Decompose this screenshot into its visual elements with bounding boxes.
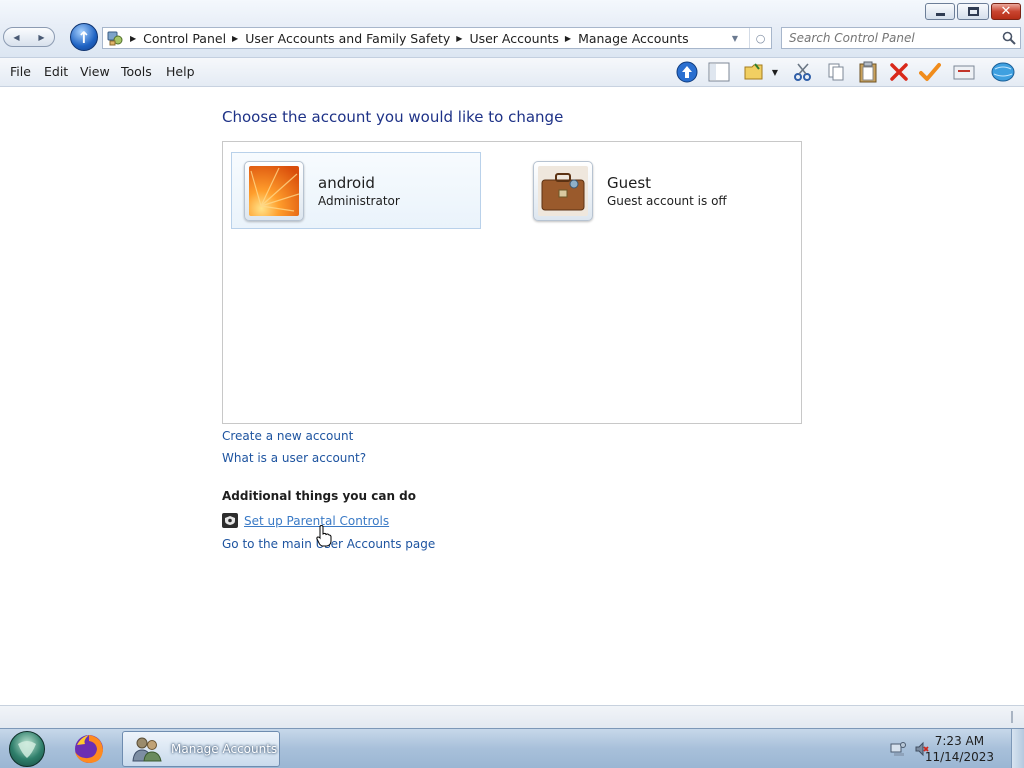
network-icon[interactable] [890, 741, 906, 757]
status-bar [0, 705, 1024, 728]
crumb-separator[interactable]: ▶ [130, 34, 136, 43]
forward-button[interactable]: ▶ [29, 28, 54, 46]
show-desktop-button[interactable] [1011, 729, 1024, 768]
account-role: Guest account is off [607, 193, 727, 208]
clock-time: 7:23 AM [934, 734, 985, 748]
taskbar-manage-accounts[interactable]: Manage Accounts [122, 731, 280, 767]
globe-icon[interactable] [991, 61, 1015, 83]
account-picture-guest [533, 160, 593, 221]
start-button[interactable] [9, 731, 45, 767]
account-role: Administrator [318, 193, 400, 208]
minimize-icon [935, 13, 945, 16]
paste-icon[interactable] [856, 61, 880, 83]
additional-things-heading: Additional things you can do [222, 489, 417, 503]
dropdown-arrow-icon[interactable]: ▼ [768, 61, 782, 83]
restore-icon [967, 7, 979, 16]
account-tile-guest[interactable]: Guest Guest account is off [521, 152, 771, 229]
crumb-separator[interactable]: ▶ [232, 34, 238, 43]
close-button[interactable]: ✕ [991, 3, 1021, 20]
what-is-user-account-link[interactable]: What is a user account? [222, 451, 366, 465]
create-account-link[interactable]: Create a new account [222, 429, 353, 443]
account-name: android [318, 173, 375, 192]
clock-date: 11/14/2023 [924, 750, 994, 764]
account-picture-android [244, 160, 304, 221]
briefcase-icon [538, 165, 588, 216]
firefox-icon[interactable] [72, 732, 106, 766]
hand-cursor-icon [316, 525, 332, 547]
menu-edit[interactable]: Edit [44, 64, 68, 79]
search-icon[interactable] [1002, 31, 1016, 45]
panel-toggle-icon[interactable] [707, 61, 731, 83]
back-button[interactable]: ◀ [4, 28, 29, 46]
menu-view[interactable]: View [80, 64, 110, 79]
system-clock[interactable]: 7:23 AM 11/14/2023 [925, 733, 994, 765]
orange-flower-icon [249, 165, 299, 216]
crumb-separator[interactable]: ▶ [565, 34, 571, 43]
crumb-control-panel[interactable]: Control Panel [143, 31, 226, 46]
menu-bar: File Edit View Tools Help ▼ [0, 58, 1024, 87]
parental-controls-icon [222, 513, 238, 528]
up-arrow-icon: ↑ [77, 27, 91, 47]
folder-icon[interactable] [742, 61, 766, 83]
crumb-user-accounts-family-safety[interactable]: User Accounts and Family Safety [245, 31, 450, 46]
copy-icon[interactable] [824, 61, 848, 83]
close-icon: ✕ [1000, 4, 1012, 19]
minimize-button[interactable] [925, 3, 955, 20]
taskbar-task-label: Manage Accounts [171, 742, 278, 756]
search-input[interactable] [789, 31, 994, 45]
accounts-panel: android Administrator Guest Guest accoun… [222, 141, 802, 424]
address-bar[interactable]: ▶ Control Panel ▶ User Accounts and Fami… [102, 27, 772, 49]
crumb-separator[interactable]: ▶ [456, 34, 462, 43]
account-name: Guest [607, 173, 652, 192]
window-titlebar: ✕ ◀ ▶ ↑ ▶ Control Panel ▶ User Accounts … [0, 0, 1024, 58]
windows-logo-icon [18, 741, 36, 758]
page-title: Choose the account you would like to cha… [222, 108, 564, 126]
menu-tools[interactable]: Tools [121, 64, 152, 79]
search-box[interactable] [781, 27, 1021, 49]
crumb-manage-accounts[interactable]: Manage Accounts [578, 31, 689, 46]
taskbar: Manage Accounts 7:23 AM 11/14/2023 [0, 728, 1024, 768]
refresh-icon[interactable]: ○ [749, 28, 771, 48]
up-level-button[interactable]: ↑ [70, 23, 98, 51]
delete-icon[interactable] [887, 61, 911, 83]
address-dropdown-icon[interactable]: ▼ [725, 28, 745, 48]
cut-icon[interactable] [791, 61, 815, 83]
restore-button[interactable] [957, 3, 989, 20]
check-icon[interactable] [918, 61, 942, 83]
back-forward-buttons: ◀ ▶ [3, 27, 55, 47]
properties-icon[interactable] [952, 61, 976, 83]
menu-file[interactable]: File [10, 64, 31, 79]
users-icon [132, 737, 162, 762]
menu-help[interactable]: Help [166, 64, 195, 79]
up-arrow-icon[interactable] [675, 61, 699, 83]
account-tile-android[interactable]: android Administrator [231, 152, 481, 229]
control-panel-icon [106, 30, 124, 46]
resize-grip-icon[interactable] [1009, 710, 1021, 724]
crumb-user-accounts[interactable]: User Accounts [469, 31, 558, 46]
